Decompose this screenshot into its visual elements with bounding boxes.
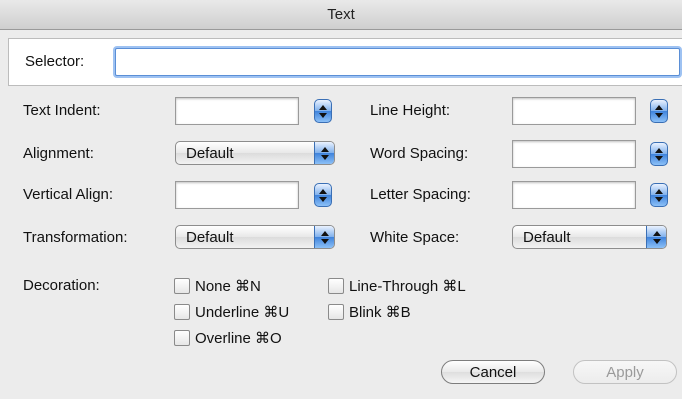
alignment-label: Alignment:: [23, 145, 94, 162]
transformation-selected-value: Default: [186, 229, 234, 246]
decoration-none-checkbox[interactable]: [174, 278, 190, 294]
decoration-line-through-checkbox[interactable]: [328, 278, 344, 294]
decoration-overline-label[interactable]: Overline ⌘O: [195, 329, 282, 347]
letter-spacing-label: Letter Spacing:: [370, 186, 471, 203]
stepper-up-icon: [319, 104, 327, 110]
popup-arrows-icon: [646, 226, 666, 248]
decoration-blink-label[interactable]: Blink ⌘B: [349, 303, 411, 321]
transformation-select[interactable]: Default: [175, 225, 335, 249]
word-spacing-stepper[interactable]: [650, 142, 668, 166]
stepper-up-icon: [319, 188, 327, 194]
letter-spacing-input[interactable]: [512, 181, 636, 209]
apply-button[interactable]: Apply: [573, 360, 677, 384]
stepper-down-icon: [319, 112, 327, 118]
selector-input[interactable]: [115, 48, 680, 76]
alignment-select[interactable]: Default: [175, 141, 335, 165]
stepper-down-icon: [655, 196, 663, 202]
stepper-up-icon: [655, 147, 663, 153]
decoration-label: Decoration:: [23, 277, 100, 294]
stepper-down-icon: [319, 196, 327, 202]
selector-label: Selector:: [25, 53, 85, 70]
window-title: Text: [327, 6, 355, 23]
white-space-label: White Space:: [370, 229, 460, 246]
window-title-bar: Text: [0, 0, 682, 30]
text-indent-label: Text Indent:: [23, 102, 101, 119]
vertical-align-stepper[interactable]: [314, 183, 332, 207]
stepper-up-icon: [655, 188, 663, 194]
popup-arrows-icon: [314, 226, 334, 248]
decoration-underline-checkbox[interactable]: [174, 304, 190, 320]
word-spacing-input[interactable]: [512, 140, 636, 168]
decoration-none-label[interactable]: None ⌘N: [195, 277, 261, 295]
word-spacing-label: Word Spacing:: [370, 145, 469, 162]
white-space-select[interactable]: Default: [512, 225, 667, 249]
white-space-selected-value: Default: [523, 229, 571, 246]
selector-row: Selector:: [8, 38, 682, 86]
transformation-label: Transformation:: [23, 229, 128, 246]
line-height-input[interactable]: [512, 97, 636, 125]
line-height-stepper[interactable]: [650, 99, 668, 123]
decoration-blink-checkbox[interactable]: [328, 304, 344, 320]
stepper-up-icon: [655, 104, 663, 110]
cancel-button[interactable]: Cancel: [441, 360, 545, 384]
text-indent-stepper[interactable]: [314, 99, 332, 123]
stepper-down-icon: [655, 155, 663, 161]
decoration-overline-checkbox[interactable]: [174, 330, 190, 346]
text-indent-input[interactable]: [175, 97, 299, 125]
line-height-label: Line Height:: [370, 102, 451, 119]
vertical-align-input[interactable]: [175, 181, 299, 209]
letter-spacing-stepper[interactable]: [650, 183, 668, 207]
alignment-selected-value: Default: [186, 145, 234, 162]
vertical-align-label: Vertical Align:: [23, 186, 114, 203]
decoration-underline-label[interactable]: Underline ⌘U: [195, 303, 289, 321]
decoration-line-through-label[interactable]: Line-Through ⌘L: [349, 277, 466, 295]
popup-arrows-icon: [314, 142, 334, 164]
stepper-down-icon: [655, 112, 663, 118]
